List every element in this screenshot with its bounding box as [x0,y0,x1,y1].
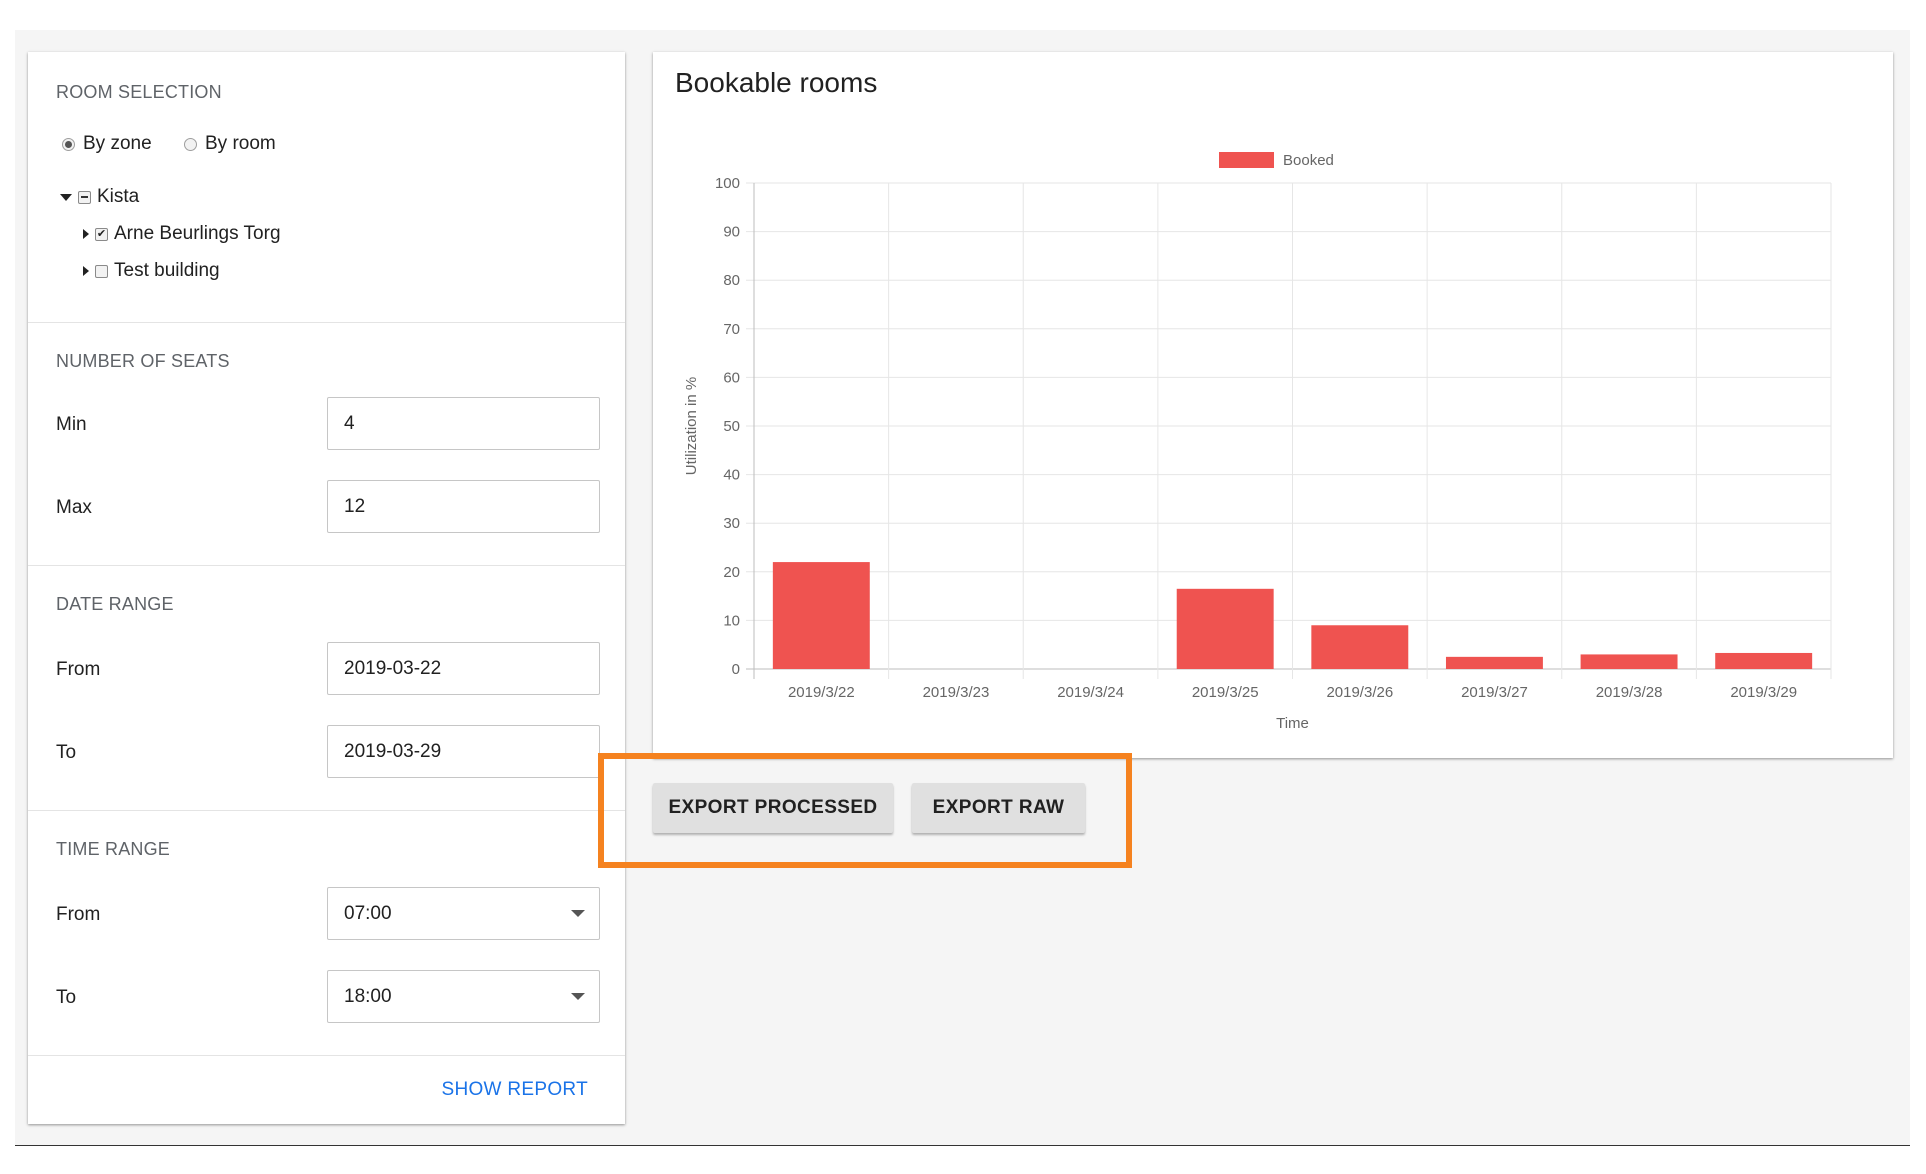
section-divider [28,1055,625,1056]
y-tick-label: 60 [723,369,740,386]
y-tick-label: 90 [723,224,740,241]
test-building-checkbox[interactable] [95,264,108,278]
expand-triangle-icon[interactable] [83,266,89,276]
section-divider [28,565,625,566]
min-seats-input[interactable]: 4 [327,397,600,450]
tree-node-arne-label: Arne Beurlings Torg [114,223,281,244]
bar-2019/3/22 [772,562,870,669]
collapse-triangle-icon[interactable] [60,193,72,201]
section-divider [28,810,625,811]
y-tick-label: 0 [732,661,740,678]
dropdown-caret-icon[interactable] [571,993,585,1000]
time-to-value: 18:00 [344,986,392,1007]
arne-beurlings-torg-checkbox[interactable]: ✔ [95,227,108,241]
expand-triangle-icon[interactable] [83,229,89,239]
tree-node-test-building-label: Test building [114,260,220,281]
x-axis-label: Time [1276,715,1309,732]
date-from-input[interactable]: 2019-03-22 [327,642,600,695]
y-tick-label: 50 [723,418,740,435]
bar-2019/3/29 [1715,652,1813,669]
bar-2019/3/27 [1445,656,1543,669]
room-selection-title: ROOM SELECTION [56,82,222,102]
min-seats-label: Min [56,414,87,435]
max-seats-input[interactable]: 12 [327,480,600,533]
y-tick-label: 40 [723,467,740,484]
time-from-value: 07:00 [344,903,392,924]
by-zone-radio[interactable] [62,137,75,151]
y-tick-label: 70 [723,321,740,338]
max-seats-label: Max [56,497,92,518]
by-room-radio-row[interactable]: By room [184,133,276,155]
y-tick-label: 10 [723,612,740,629]
kista-checkbox[interactable] [78,190,91,204]
x-tick-label: 2019/3/27 [1461,684,1528,701]
x-tick-label: 2019/3/28 [1596,684,1663,701]
filter-panel: ROOM SELECTION By zone By room Kista ✔ A… [28,52,625,1124]
highlight-box [598,753,1132,868]
by-zone-label: By zone [83,133,152,154]
x-tick-label: 2019/3/29 [1730,684,1797,701]
show-report-button[interactable]: SHOW REPORT [441,1079,588,1101]
by-room-label: By room [205,133,276,154]
x-tick-label: 2019/3/23 [923,684,990,701]
bar-chart: 0 10 20 30 40 50 60 70 80 90 100 2019/3/22 2019/3/23… [683,152,1832,732]
x-tick-label: 2019/3/25 [1192,684,1259,701]
time-from-select[interactable]: 07:00 [327,887,600,940]
tree-node-arne-beurlings-torg[interactable]: ✔ Arne Beurlings Torg [83,223,281,245]
by-room-radio[interactable] [184,137,197,151]
legend-label-booked: Booked [1283,152,1334,169]
number-of-seats-title: NUMBER OF SEATS [56,351,230,371]
bar-2019/3/25 [1176,588,1274,669]
tree-node-test-building[interactable]: Test building [83,260,220,282]
bar-2019/3/26 [1311,625,1409,669]
y-tick-label: 20 [723,564,740,581]
tree-node-kista-label: Kista [97,186,140,207]
bar-2019/3/28 [1580,654,1678,669]
x-tick-label: 2019/3/24 [1057,684,1124,701]
date-from-label: From [56,659,101,680]
time-to-select[interactable]: 18:00 [327,970,600,1023]
y-tick-label: 30 [723,515,740,532]
y-tick-label: 100 [715,175,740,192]
date-to-input[interactable]: 2019-03-29 [327,725,600,778]
x-tick-label: 2019/3/22 [788,684,855,701]
y-axis-label: Utilization in % [683,377,700,475]
y-tick-label: 80 [723,272,740,289]
x-tick-label: 2019/3/26 [1326,684,1393,701]
time-from-label: From [56,904,101,925]
section-divider [28,322,625,323]
time-to-label: To [56,987,77,1008]
legend-swatch [1219,152,1274,168]
by-zone-radio-row[interactable]: By zone [62,133,152,155]
dropdown-caret-icon[interactable] [571,910,585,917]
tree-node-kista[interactable]: Kista [60,186,139,208]
date-range-title: DATE RANGE [56,594,174,614]
chart-card: Bookable rooms 0 10 20 30 40 50 60 70 80 90 100 201… [653,52,1893,758]
date-to-label: To [56,742,77,763]
time-range-title: TIME RANGE [56,839,171,859]
